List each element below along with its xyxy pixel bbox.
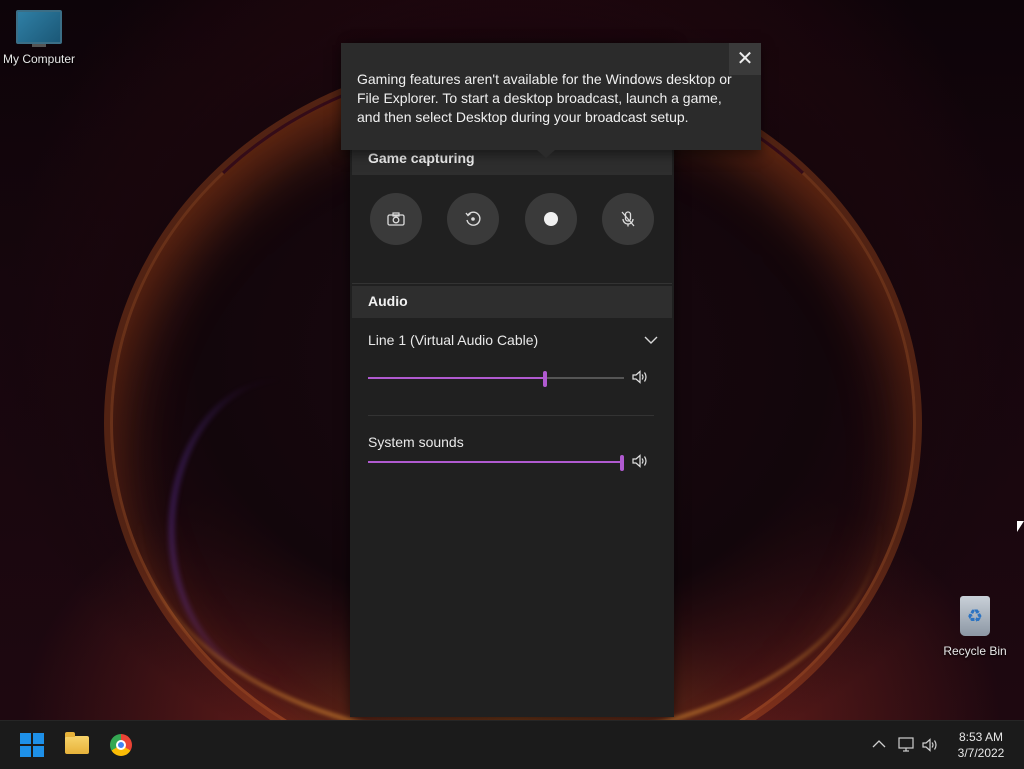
slider-thumb[interactable]: [620, 455, 624, 471]
system-sounds-volume-slider[interactable]: [368, 455, 624, 471]
chrome-icon: [110, 734, 132, 756]
monitor-icon: [16, 10, 62, 47]
network-icon[interactable]: [898, 737, 916, 753]
slider-fill: [368, 461, 624, 463]
clock-time: 8:53 AM: [958, 730, 1004, 744]
replay-icon: [465, 211, 481, 226]
audio-header: Audio: [352, 286, 672, 318]
desktop-icon-my-computer[interactable]: My Computer: [0, 10, 78, 66]
clock-date: 3/7/2022: [957, 746, 1005, 760]
chevron-down-icon: [644, 336, 658, 344]
section-divider: [352, 283, 672, 284]
chrome-button[interactable]: [107, 731, 135, 759]
capture-buttons: [370, 193, 654, 245]
folder-icon: [65, 732, 89, 754]
slider-thumb[interactable]: [543, 371, 547, 387]
mouse-cursor: [1017, 521, 1024, 532]
gaming-unavailable-tooltip: Gaming features aren't available for the…: [341, 43, 761, 158]
windows-logo-icon: [20, 733, 44, 757]
device-volume-slider[interactable]: [368, 371, 624, 387]
record-last-30s-button[interactable]: [447, 193, 500, 245]
taskbar: 8:53 AM 3/7/2022: [0, 720, 1024, 769]
desktop-icon-recycle-bin[interactable]: ♻ Recycle Bin: [940, 596, 1010, 658]
audio-device-selector[interactable]: Line 1 (Virtual Audio Cable): [368, 332, 658, 348]
system-sounds-label: System sounds: [368, 434, 464, 450]
speaker-icon[interactable]: [632, 370, 648, 384]
record-icon: [543, 212, 558, 226]
start-button[interactable]: [18, 731, 46, 759]
volume-icon[interactable]: [922, 738, 940, 752]
camera-icon: [387, 212, 405, 226]
desktop-icon-label: Recycle Bin: [943, 644, 1007, 658]
speaker-icon[interactable]: [632, 454, 648, 468]
audio-divider: [368, 415, 654, 416]
tooltip-pointer: [537, 150, 555, 158]
mic-toggle-button[interactable]: [601, 193, 654, 245]
audio-device-label: Line 1 (Virtual Audio Cable): [368, 332, 539, 348]
slider-fill: [368, 377, 545, 379]
start-recording-button[interactable]: [524, 193, 577, 245]
chevron-up-icon[interactable]: [872, 740, 886, 748]
close-button[interactable]: ✕: [729, 43, 761, 75]
file-explorer-button[interactable]: [63, 731, 91, 759]
taskbar-clock[interactable]: 8:53 AM 3/7/2022: [948, 729, 1014, 761]
screenshot-button[interactable]: [370, 193, 422, 245]
close-icon: ✕: [736, 47, 754, 70]
recycle-bin-icon: ♻: [960, 596, 990, 636]
desktop-icon-label: My Computer: [2, 52, 76, 66]
tooltip-message: Gaming features aren't available for the…: [357, 71, 732, 125]
mic-off-icon: [621, 211, 635, 227]
